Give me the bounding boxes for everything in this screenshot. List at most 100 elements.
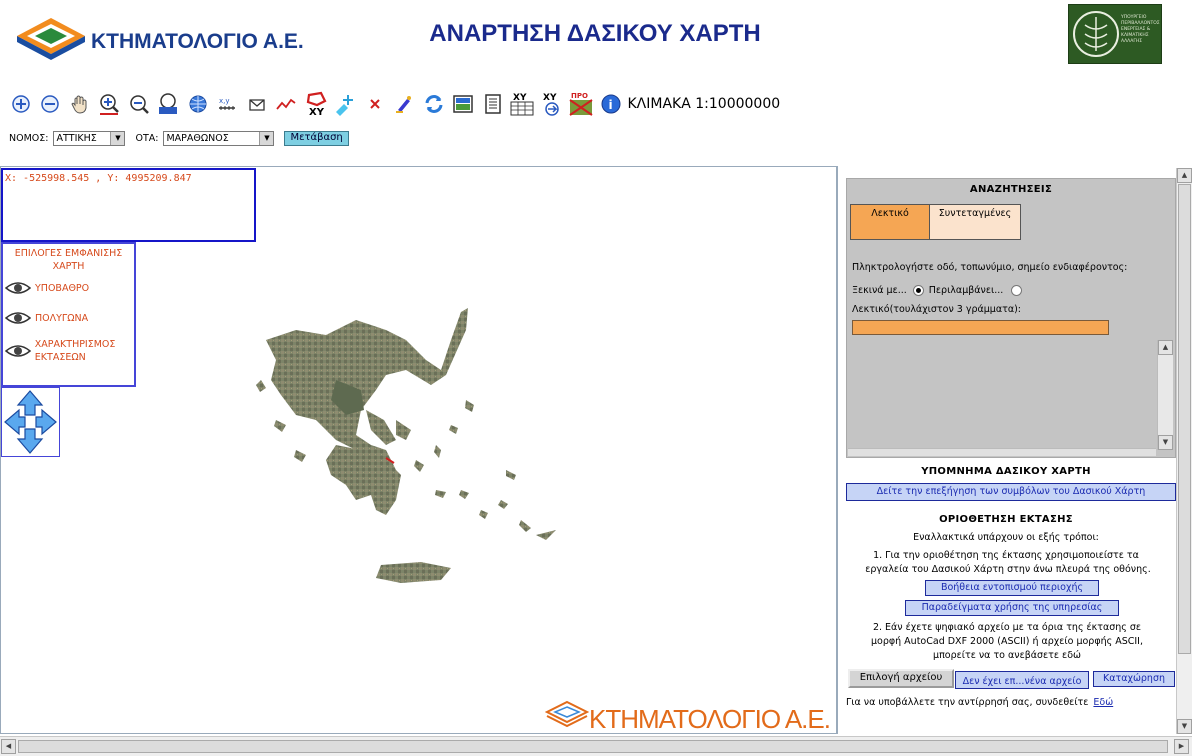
refresh-icon[interactable]	[419, 89, 449, 119]
examples-button[interactable]: Παραδείγματα χρήσης της υπηρεσίας	[905, 600, 1119, 616]
contains-label: Περιλαμβάνει...	[928, 285, 1004, 296]
edit-icon[interactable]	[390, 89, 420, 119]
delimit-option2-line1: 2. Εάν έχετε ψηφιακό αρχείο με τα όρια τ…	[872, 622, 1142, 633]
delimit-option1-line2: εργαλεία του Δασικού Χάρτη στην άνω πλευ…	[865, 564, 1151, 575]
objection-text: Για να υποβάλλετε την αντίρρησή σας, συν…	[846, 697, 1113, 708]
scroll-thumb[interactable]	[18, 740, 1168, 753]
tab-coordinates[interactable]: Συντεταγμένες	[929, 204, 1021, 240]
layer-toggle-characterization[interactable]: ΧΑΡΑΚΤΗΡΙΣΜΟΣ ΕΚΤΑΣΕΩΝ	[3, 338, 134, 364]
layer-label: ΧΑΡΑΚΤΗΡΙΣΜΟΣ ΕΚΤΑΣΕΩΝ	[34, 339, 116, 363]
coordinates-readout: X: -525998.545 , Y: 4995209.847	[1, 168, 256, 242]
starts-with-label: Ξεκινά με...	[852, 285, 907, 296]
chevron-down-icon: ▼	[259, 132, 274, 145]
measure-distance-icon[interactable]: x,y	[213, 89, 243, 119]
ota-value: ΜΑΡΑΘΩΝΟΣ	[166, 133, 229, 144]
delimit-option1-line1: 1. Για την οριοθέτηση της έκτασης χρησιμ…	[873, 550, 1139, 561]
pan-arrows-icon	[4, 390, 57, 454]
layer-toggle-polygons[interactable]: ΠΟΛΥΓΩΝΑ	[3, 310, 134, 326]
watermark-logo: ΚΤΗΜΑΤΟΛΟΓΙΟ Α.Ε.	[544, 700, 835, 734]
objection-link[interactable]: Εδώ	[1093, 697, 1113, 708]
pan-hand-icon[interactable]	[65, 89, 95, 119]
watermark-icon	[544, 700, 590, 728]
info-icon[interactable]: i	[596, 89, 626, 119]
tab-text-search[interactable]: Λεκτικό	[850, 204, 930, 240]
greece-map-image	[256, 308, 556, 583]
nomos-select[interactable]: ΑΤΤΙΚΗΣ ▼	[53, 131, 126, 146]
choose-file-button[interactable]: Επιλογή αρχείου	[848, 669, 954, 688]
eye-icon	[5, 345, 31, 357]
ministry-text: ΥΠΟΥΡΓΕΙΟ ΠΕΡΙΒΑΛΛΟΝΤΟΣ ΕΝΕΡΓΕΙΑΣ & ΚΛΙΜ…	[1121, 15, 1160, 44]
ministry-emblem-icon	[1073, 11, 1119, 57]
starts-with-radio[interactable]	[912, 285, 924, 296]
logo-icon	[17, 18, 85, 60]
svg-text:i: i	[608, 98, 612, 112]
delimit-option2-line2: μορφή AutoCad DXF 2000 (ASCII) ή αρχείο …	[870, 636, 1144, 647]
zoom-box-out-icon[interactable]	[124, 89, 154, 119]
xy-table-icon[interactable]: XY	[508, 89, 538, 119]
nomos-label: ΝΟΜΟΣ:	[9, 133, 49, 144]
ktimatologio-logo: ΚΤΗΜΑΤΟΛΟΓΙΟ Α.Ε.	[15, 16, 325, 60]
goto-button[interactable]: Μετάβαση	[284, 131, 349, 146]
scroll-down-icon[interactable]: ▼	[1177, 719, 1192, 734]
eye-icon	[5, 312, 31, 324]
delete-icon[interactable]	[360, 89, 390, 119]
scroll-up-icon[interactable]: ▲	[1177, 168, 1192, 183]
layer-label: ΥΠΟΒΑΘΡΟ	[35, 282, 90, 294]
scroll-right-icon[interactable]: ▶	[1174, 739, 1189, 754]
search-results-hscrollbar[interactable]	[848, 448, 1156, 456]
scroll-up-icon[interactable]: ▲	[1158, 340, 1173, 355]
watermark-text: ΚΤΗΜΑΤΟΛΟΓΙΟ Α.Ε.	[589, 704, 831, 734]
eye-icon	[5, 282, 31, 294]
delimit-option2-line3: μπορείτε να το ανεβάσετε εδώ	[933, 650, 1081, 661]
page-horizontal-scrollbar[interactable]: ◀ ▶	[0, 736, 1192, 756]
xy-goto-icon[interactable]: XY	[537, 89, 567, 119]
legend-title: ΥΠΟΜΝΗΜΑ ΔΑΣΙΚΟΥ ΧΑΡΤΗ	[921, 466, 1091, 477]
objection-label: Για να υποβάλλετε την αντίρρησή σας, συν…	[846, 697, 1089, 708]
legend-button[interactable]: Δείτε την επεξήγηση των συμβόλων του Δασ…	[846, 483, 1176, 501]
submit-button[interactable]: Καταχώρηση	[1093, 671, 1175, 687]
delimit-intro: Εναλλακτικά υπάρχουν οι εξής τρόποι:	[913, 532, 1099, 543]
ota-select[interactable]: ΜΑΡΑΘΩΝΟΣ ▼	[163, 131, 275, 146]
zoom-box-in-icon[interactable]	[95, 89, 125, 119]
svg-text:XY: XY	[543, 93, 557, 103]
zoom-in-icon[interactable]	[6, 89, 36, 119]
svg-text:XY: XY	[309, 107, 325, 117]
page-title: ΑΝΑΡΤΗΣΗ ΔΑΣΙΚΟΥ ΧΑΡΤΗ	[429, 20, 761, 47]
draw-line-icon[interactable]	[272, 89, 302, 119]
map-scale: ΚΛΙΜΑΚΑ 1:10000000	[627, 96, 781, 112]
page-vertical-scrollbar[interactable]: ▲ ▼	[1176, 168, 1192, 734]
add-point-icon[interactable]	[331, 89, 361, 119]
search-mode: Ξεκινά με... Περιλαμβάνει...	[852, 285, 1023, 296]
layer-toggle-basemap[interactable]: ΥΠΟΒΑΘΡΟ	[3, 280, 134, 296]
scroll-left-icon[interactable]: ◀	[1, 739, 16, 754]
draw-polygon-xy-icon[interactable]: XY	[301, 89, 331, 119]
search-prompt: Πληκτρολογήστε οδό, τοπωνύμιο, σημείο εν…	[852, 262, 1128, 273]
zoom-out-icon[interactable]	[36, 89, 66, 119]
scroll-down-icon[interactable]: ▼	[1158, 435, 1173, 450]
layer-options-panel: ΕΠΙΛΟΓΕΣ ΕΜΦΑΝΙΣΗΣ ΧΑΡΤΗ ΥΠΟΒΑΘΡΟ ΠΟΛΥΓΩ…	[1, 242, 136, 387]
pan-control[interactable]	[1, 387, 60, 457]
search-title: ΑΝΑΖΗΤΗΣΕΙΣ	[969, 184, 1053, 195]
full-extent-icon[interactable]	[154, 89, 184, 119]
layer-label: ΠΟΛΥΓΩΝΑ	[35, 312, 89, 324]
nomos-value: ΑΤΤΙΚΗΣ	[56, 133, 97, 144]
no-file-chosen: Δεν έχει επ...νένα αρχείο	[955, 671, 1089, 689]
scroll-thumb[interactable]	[1178, 184, 1191, 654]
pro-print-icon[interactable]: ΠΡΟ	[567, 89, 597, 119]
measure-area-icon[interactable]	[242, 89, 272, 119]
globe-icon[interactable]	[183, 89, 213, 119]
layers-title: ΕΠΙΛΟΓΕΣ ΕΜΦΑΝΙΣΗΣ ΧΑΡΤΗ	[14, 248, 123, 272]
report-icon[interactable]	[478, 89, 508, 119]
search-results-scrollbar[interactable]: ▲ ▼	[1157, 340, 1173, 450]
map-toolbar: x,y XY XY XY ΠΡΟ i ΚΛΙΜΑΚΑ 1:10000000	[6, 88, 780, 120]
contains-radio[interactable]	[1011, 285, 1023, 296]
help-locate-button[interactable]: Βοήθεια εντοπισμού περιοχής	[925, 580, 1099, 596]
search-input[interactable]	[852, 320, 1109, 335]
chevron-down-icon: ▼	[110, 132, 125, 145]
svg-text:ΠΡΟ: ΠΡΟ	[571, 92, 588, 100]
svg-text:x,y: x,y	[219, 97, 230, 105]
location-selector: ΝΟΜΟΣ: ΑΤΤΙΚΗΣ ▼ ΟΤΑ: ΜΑΡΑΘΩΝΟΣ ▼ Μετάβα…	[9, 131, 349, 146]
ministry-logo: ΥΠΟΥΡΓΕΙΟ ΠΕΡΙΒΑΛΛΟΝΤΟΣ ΕΝΕΡΓΕΙΑΣ & ΚΛΙΜ…	[1068, 4, 1162, 64]
ota-label: ΟΤΑ:	[135, 133, 159, 144]
layers-icon[interactable]	[449, 89, 479, 119]
